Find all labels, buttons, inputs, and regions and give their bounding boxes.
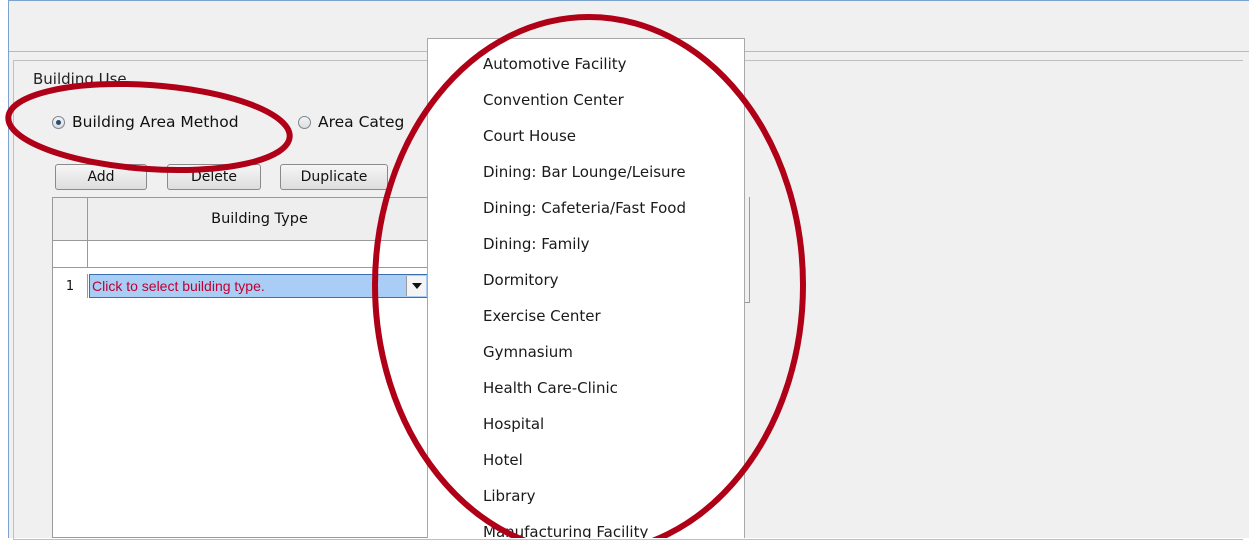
dropdown-option[interactable]: Hotel (483, 451, 523, 469)
radio-building-area-method[interactable]: Building Area Method (52, 113, 239, 131)
filter-row-corner (53, 241, 88, 268)
delete-button[interactable]: Delete (167, 164, 261, 190)
column-header-building-type[interactable]: Building Type (88, 198, 431, 241)
radio-unselected-icon[interactable] (298, 115, 311, 129)
add-button[interactable]: Add (55, 164, 147, 190)
dropdown-option[interactable]: Automotive Facility (483, 55, 627, 73)
building-type-dropdown-list: Automotive Facility Convention Center Co… (427, 38, 745, 538)
dropdown-option[interactable]: Court House (483, 127, 576, 145)
group-title: Building Use (30, 70, 130, 88)
dropdown-option[interactable]: Library (483, 487, 535, 505)
dropdown-option[interactable]: Exercise Center (483, 307, 601, 325)
table-corner-header (53, 198, 88, 241)
dropdown-option[interactable]: Dining: Cafeteria/Fast Food (483, 199, 686, 217)
row-number: 1 (53, 274, 88, 298)
duplicate-button[interactable]: Duplicate (280, 164, 388, 190)
dropdown-option[interactable]: Dormitory (483, 271, 559, 289)
dropdown-option[interactable]: Dining: Family (483, 235, 590, 253)
dropdown-option[interactable]: Health Care-Clinic (483, 379, 618, 397)
dropdown-option[interactable]: Manufacturing Facility (483, 523, 648, 538)
dropdown-arrow-icon[interactable] (406, 276, 426, 296)
dropdown-option[interactable]: Hospital (483, 415, 544, 433)
dropdown-option[interactable]: Dining: Bar Lounge/Leisure (483, 163, 686, 181)
dropdown-option[interactable]: Convention Center (483, 91, 624, 109)
building-type-placeholder: Click to select building type. (92, 278, 265, 294)
dropdown-option[interactable]: Gymnasium (483, 343, 573, 361)
radio-area-category-label: Area Categ (318, 113, 405, 131)
building-type-select[interactable]: Click to select building type. (89, 274, 428, 298)
filter-row-cell[interactable] (88, 241, 431, 268)
radio-building-area-label: Building Area Method (72, 113, 239, 131)
building-type-table: Building Type 1 Click to select building… (52, 197, 432, 538)
radio-area-category-method[interactable]: Area Categ (298, 113, 404, 131)
radio-selected-icon[interactable] (52, 115, 65, 129)
